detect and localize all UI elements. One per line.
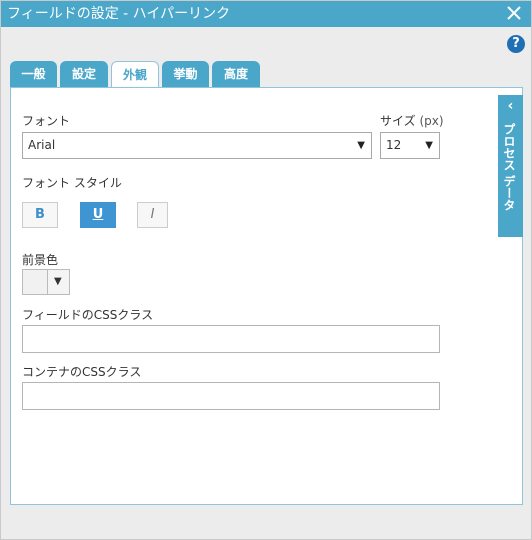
size-label-text: サイズ <box>380 114 416 128</box>
font-label: フォント <box>22 114 71 128</box>
process-data-label: プロセス データ <box>502 123 516 212</box>
italic-button[interactable]: I <box>137 202 168 228</box>
font-select-value: Arial <box>28 138 56 152</box>
container-css-label: コンテナのCSSクラス <box>22 365 142 379</box>
title-bar[interactable]: フィールドの設定 - ハイパーリンク <box>1 1 531 27</box>
font-style-label: フォント スタイル <box>22 176 122 190</box>
color-swatch <box>23 270 48 294</box>
size-label: サイズ (px) <box>380 112 444 129</box>
underline-button[interactable]: U <box>80 202 116 228</box>
close-icon[interactable] <box>505 4 523 22</box>
chevron-down-icon: ▼ <box>425 140 433 151</box>
field-settings-dialog: フィールドの設定 - ハイパーリンク ? 一般 設定 外観 挙動 高度 フォント… <box>0 0 532 540</box>
field-css-label: フィールドのCSSクラス <box>22 308 154 322</box>
tab-advanced[interactable]: 高度 <box>212 61 260 87</box>
field-css-input[interactable] <box>22 325 440 353</box>
size-select-value: 12 <box>386 138 402 152</box>
tab-general[interactable]: 一般 <box>10 61 57 87</box>
size-unit: (px) <box>419 114 444 128</box>
bold-button[interactable]: B <box>22 202 58 228</box>
tab-appearance[interactable]: 外観 <box>111 61 159 88</box>
container-css-input[interactable] <box>22 382 440 410</box>
foreground-color-label: 前景色 <box>22 253 59 267</box>
dialog-title: フィールドの設定 - ハイパーリンク <box>7 6 231 22</box>
tab-behavior[interactable]: 挙動 <box>162 61 209 87</box>
foreground-color-picker[interactable]: ▼ <box>22 269 70 295</box>
chevron-down-icon: ▼ <box>357 140 365 151</box>
tab-settings[interactable]: 設定 <box>60 61 108 87</box>
chevron-down-icon: ▼ <box>54 276 62 287</box>
size-select[interactable]: 12 ▼ <box>380 132 440 159</box>
process-data-side-tab[interactable]: ‹ プロセス データ <box>498 95 523 237</box>
chevron-left-icon: ‹ <box>507 98 514 114</box>
font-select[interactable]: Arial ▼ <box>22 132 372 159</box>
help-icon[interactable]: ? <box>507 35 525 53</box>
